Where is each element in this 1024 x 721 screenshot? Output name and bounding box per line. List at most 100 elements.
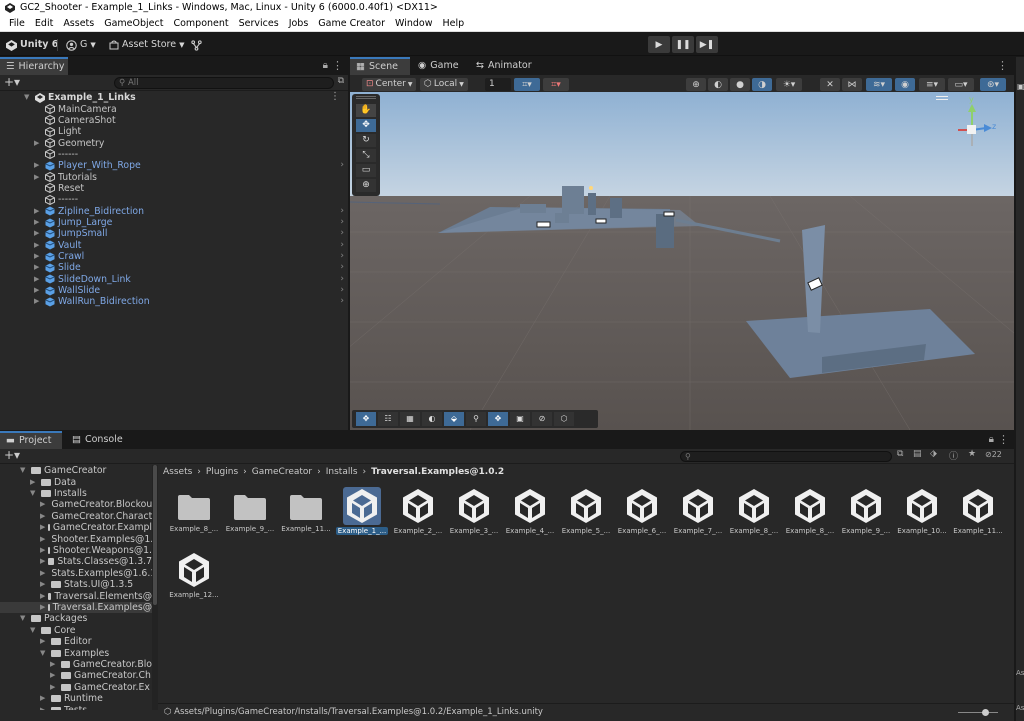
pivot-dropdown[interactable]: ⊡ Center ▼ <box>362 78 417 91</box>
account-button[interactable]: G ▼ <box>66 37 96 53</box>
project-tree-item[interactable]: ▶ GameCreator.Charact <box>0 511 152 522</box>
project-tree-item[interactable]: ▶ GameCreator.Ch <box>0 670 152 681</box>
project-tree-item[interactable]: ▶ Stats.UI@1.3.5 <box>0 579 152 590</box>
layers-toggle[interactable]: ≋▾ <box>866 78 892 91</box>
favorite-star-icon[interactable]: ★ <box>968 449 976 459</box>
expand-arrow-icon[interactable]: ▶ <box>40 545 45 556</box>
prefab-open-chevron-icon[interactable]: › <box>340 217 344 227</box>
asset-store-button[interactable]: Asset Store ▼ <box>109 37 185 53</box>
version-control-button[interactable] <box>191 37 202 53</box>
asset-folder[interactable]: Example_8_... <box>168 487 220 533</box>
menu-component[interactable]: Component <box>168 16 233 31</box>
hierarchy-item[interactable]: ▶ SlideDown_Link <box>34 274 131 285</box>
icon-size-slider-thumb[interactable] <box>982 709 989 716</box>
expand-arrow-icon[interactable]: ▶ <box>34 240 42 251</box>
camera-toggle[interactable]: ≡▾ <box>919 78 945 91</box>
project-tree-item[interactable]: ▶ Stats.Examples@1.6.1 <box>0 568 152 579</box>
expand-arrow-icon[interactable]: ▶ <box>34 274 42 285</box>
overlay-shade-button[interactable]: ◐ <box>422 412 442 426</box>
expand-arrow-icon[interactable]: ▶ <box>34 138 42 149</box>
expand-arrow-icon[interactable]: ▶ <box>40 636 48 647</box>
project-tree-item[interactable]: ▶ Traversal.Examples@ <box>0 601 152 614</box>
overlay-move-button[interactable]: ✥ <box>356 412 376 426</box>
expand-arrow-icon[interactable]: ▶ <box>40 591 45 602</box>
asset-folder[interactable]: Example_11... <box>280 487 332 533</box>
menu-help[interactable]: Help <box>438 16 470 31</box>
prefab-open-chevron-icon[interactable]: › <box>340 274 344 284</box>
expand-arrow-icon[interactable]: ▶ <box>40 602 45 613</box>
hierarchy-item[interactable]: ▶ Crawl <box>34 251 84 262</box>
orientation-gizmo[interactable]: y z <box>946 95 998 156</box>
project-tree-item[interactable]: ▶ Tests <box>0 704 152 710</box>
menu-assets[interactable]: Assets <box>58 16 99 31</box>
lock-icon[interactable]: 🔒︎ <box>989 434 994 445</box>
expand-arrow-icon[interactable]: ▼ <box>30 488 38 499</box>
expand-arrow-icon[interactable]: ▶ <box>50 682 58 693</box>
search-by-label-icon[interactable]: ▤ <box>913 449 922 459</box>
hierarchy-item[interactable]: ▶ Tutorials <box>34 172 97 183</box>
hierarchy-item[interactable]: CameraShot <box>34 115 116 126</box>
search-by-type-icon[interactable]: ⧉ <box>897 449 903 459</box>
project-tree-item[interactable]: ▶ Runtime <box>0 693 152 704</box>
info-icon[interactable]: ⓘ <box>949 449 958 462</box>
menu-edit[interactable]: Edit <box>30 16 58 31</box>
breadcrumb-plugins[interactable]: Plugins <box>206 465 238 479</box>
tab-console[interactable]: ▤ Console <box>66 431 132 449</box>
hierarchy-item[interactable]: ▶ WallSlide <box>34 285 100 296</box>
lit-toggle[interactable]: ● <box>730 78 750 91</box>
project-tree-item[interactable]: ▼ GameCreator <box>0 465 152 476</box>
overlay-navmesh-button[interactable]: ⬙ <box>444 412 464 426</box>
hierarchy-item[interactable]: ▶ WallRun_Bidirection <box>34 296 150 307</box>
space-dropdown[interactable]: ⬡ Local ▼ <box>420 78 468 91</box>
asset-scene-file[interactable]: Example_12... <box>168 551 220 599</box>
grid-size-input[interactable]: 1 <box>485 78 511 91</box>
expand-arrow-icon[interactable]: ▶ <box>40 568 45 579</box>
expand-arrow-icon[interactable]: ▶ <box>50 670 58 681</box>
gizmos-toggle[interactable]: ⊛▾ <box>980 78 1006 91</box>
asset-scene-file[interactable]: Example_2_... <box>392 487 444 535</box>
prefab-open-chevron-icon[interactable]: › <box>340 206 344 216</box>
expand-arrow-icon[interactable]: ▶ <box>34 228 42 239</box>
overlay-grid-button[interactable]: ▦ <box>400 412 420 426</box>
shading-toggle[interactable]: ◐ <box>708 78 728 91</box>
hierarchy-item[interactable]: ▶ JumpSmall <box>34 228 107 239</box>
prefab-open-chevron-icon[interactable]: › <box>340 160 344 170</box>
scene-more-icon[interactable]: ⋮ <box>330 91 340 102</box>
project-tree-item[interactable]: ▶ Editor <box>0 636 152 647</box>
gizmo-menu-icon[interactable] <box>936 96 948 100</box>
asset-scene-file[interactable]: Example_8_... <box>784 487 836 535</box>
transform-tool-button[interactable]: ⊕ <box>356 179 376 192</box>
grid-snap-toggle[interactable]: ⌗▾ <box>514 78 540 91</box>
expand-arrow-icon[interactable]: ▶ <box>40 499 45 510</box>
unity-version-button[interactable]: Unity 6 <box>6 37 58 53</box>
project-tree-item[interactable]: ▼ Packages <box>0 613 152 624</box>
asset-scene-file[interactable]: Example_8_... <box>728 487 780 535</box>
overlay-unity-button[interactable]: ⬡ <box>554 412 574 426</box>
expand-arrow-icon[interactable]: ▶ <box>34 206 42 217</box>
asset-scene-file[interactable]: Example_6_... <box>616 487 668 535</box>
expand-arrow-icon[interactable]: ▼ <box>40 648 48 659</box>
asset-scene-file[interactable]: Example_5_... <box>560 487 612 535</box>
create-asset-button[interactable]: +▾ <box>4 448 20 462</box>
hand-tool-button[interactable]: ✋ <box>356 104 376 117</box>
hierarchy-search-input[interactable]: ⚲ All <box>114 77 334 89</box>
prefab-open-chevron-icon[interactable]: › <box>340 228 344 238</box>
hierarchy-item[interactable]: ▶ Vault <box>34 240 81 251</box>
project-search-input[interactable]: ⚲ <box>680 451 892 462</box>
asset-folder[interactable]: Example_9_... <box>224 487 276 533</box>
asset-scene-file[interactable]: Example_9_... <box>840 487 892 535</box>
expand-arrow-icon[interactable]: ▼ <box>20 613 28 624</box>
asset-scene-file[interactable]: Example_3_... <box>448 487 500 535</box>
expand-arrow-icon[interactable]: ▼ <box>30 625 38 636</box>
asset-scene-file[interactable]: Example_7_... <box>672 487 724 535</box>
breadcrumb-gamecreator[interactable]: GameCreator <box>252 465 312 479</box>
expand-arrow-icon[interactable]: ▶ <box>40 579 48 590</box>
tag-icon[interactable]: ⬗ <box>930 449 937 459</box>
expand-arrow-icon[interactable]: ▶ <box>34 217 42 228</box>
asset-scene-file[interactable]: Example_1_... <box>336 487 388 535</box>
breadcrumb-current[interactable]: Traversal.Examples@1.0.2 <box>371 465 504 479</box>
tree-scrollbar[interactable] <box>152 465 158 710</box>
tab-game[interactable]: ◉ Game <box>412 57 468 75</box>
breadcrumb-installs[interactable]: Installs <box>326 465 358 479</box>
project-tree-item[interactable]: ▶ Shooter.Weapons@1. <box>0 545 152 556</box>
